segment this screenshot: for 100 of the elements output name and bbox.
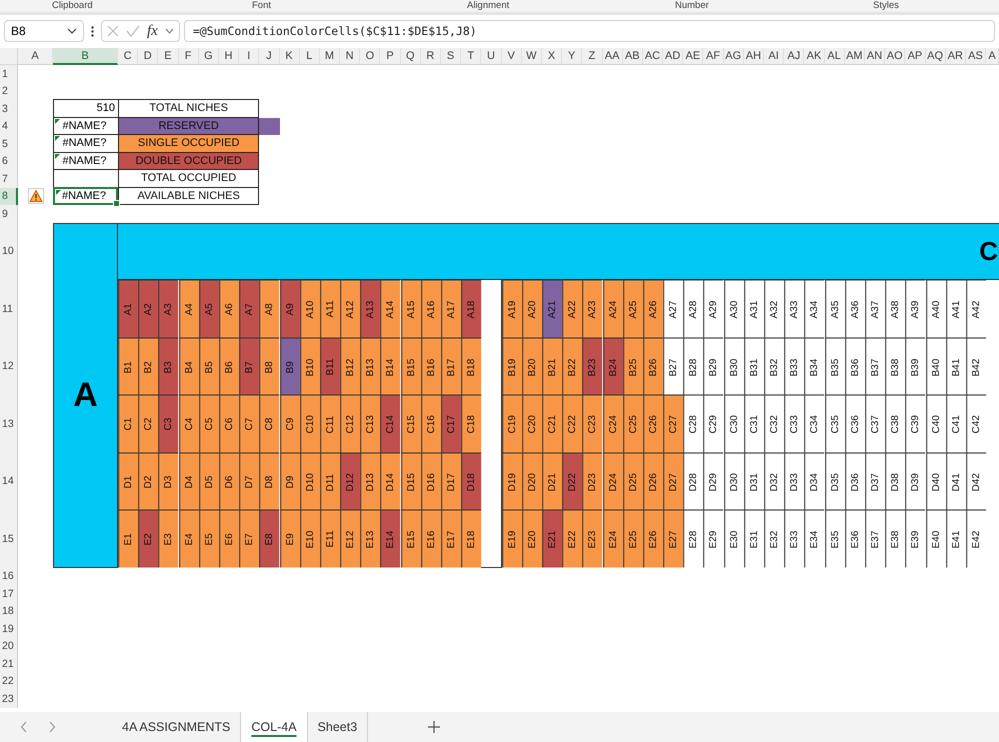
niche-cell: C40	[926, 395, 946, 452]
niche-cell: A1	[118, 280, 138, 338]
column-header[interactable]: W	[522, 48, 542, 65]
column-header[interactable]: V	[502, 48, 522, 65]
row-header[interactable]: 22	[0, 672, 18, 690]
previous-sheet-icon[interactable]	[20, 721, 28, 733]
row-header[interactable]: 14	[0, 452, 18, 510]
column-header[interactable]: AM	[844, 48, 865, 65]
column-header[interactable]: I	[239, 48, 260, 65]
column-header[interactable]: A	[986, 48, 999, 65]
niche-cell: D42	[966, 452, 986, 510]
row-header[interactable]: 3	[0, 100, 18, 118]
row-header[interactable]: 17	[0, 585, 18, 602]
column-header[interactable]: A	[18, 48, 53, 65]
niche-cell: A8	[259, 280, 280, 338]
niche-cell: D22	[562, 452, 582, 510]
row-header[interactable]: 4	[0, 118, 18, 135]
column-header[interactable]: B	[53, 48, 118, 65]
niche-cell: A14	[380, 280, 401, 338]
row-header[interactable]: 19	[0, 620, 18, 638]
row-header[interactable]: 11	[0, 280, 18, 338]
row-header[interactable]: 23	[0, 690, 18, 708]
niche-cell: B40	[926, 338, 946, 395]
niche-cell: D28	[683, 452, 704, 510]
row-header[interactable]: 12	[0, 338, 18, 395]
next-sheet-icon[interactable]	[48, 721, 56, 733]
column-header[interactable]: O	[360, 48, 380, 65]
niche-cell: C17	[441, 395, 462, 452]
row-header[interactable]: 16	[0, 568, 18, 585]
row-header[interactable]: 5	[0, 135, 18, 152]
fill-handle[interactable]	[113, 200, 120, 207]
niche-cell: C4	[178, 395, 199, 452]
niche-cell: A7	[239, 280, 260, 338]
add-sheet-icon[interactable]	[428, 721, 440, 733]
formula-field[interactable]: =@SumConditionColorCells($C$11:$DE$15,J8)	[184, 20, 995, 42]
column-header[interactable]: AR	[946, 48, 966, 65]
row-header[interactable]: 9	[0, 205, 18, 222]
row-header[interactable]: 13	[0, 395, 18, 452]
column-header[interactable]: AB	[622, 48, 643, 65]
column-header[interactable]: AC	[642, 48, 664, 65]
row-header[interactable]: 18	[0, 602, 18, 620]
column-header[interactable]: D	[138, 48, 158, 65]
insert-function-button[interactable]: fx	[147, 22, 158, 40]
row-header[interactable]: 2	[0, 82, 18, 100]
column-header[interactable]: AF	[703, 48, 724, 65]
row-header[interactable]: 7	[0, 170, 18, 188]
column-header[interactable]: AE	[683, 48, 704, 65]
column-header[interactable]: AS	[966, 48, 986, 65]
column-header[interactable]: AI	[764, 48, 784, 65]
column-header[interactable]: Q	[400, 48, 421, 65]
column-header[interactable]: AP	[905, 48, 926, 65]
niche-cell: B24	[602, 338, 623, 395]
column-header[interactable]: K	[280, 48, 300, 65]
warning-icon[interactable]	[28, 188, 44, 204]
column-header[interactable]: E	[158, 48, 179, 65]
check-icon[interactable]	[126, 25, 140, 37]
row-header[interactable]: 6	[0, 152, 18, 170]
column-header[interactable]: AJ	[784, 48, 804, 65]
column-header[interactable]: L	[300, 48, 320, 65]
column-header[interactable]: Y	[562, 48, 582, 65]
row-header[interactable]: 1	[0, 65, 18, 82]
column-header[interactable]: AQ	[926, 48, 946, 65]
column-header[interactable]: Z	[582, 48, 602, 65]
column-header[interactable]: AD	[663, 48, 684, 65]
row-header[interactable]: 15	[0, 510, 18, 568]
niche-cell: B14	[380, 338, 401, 395]
niche-cell: A29	[703, 280, 724, 338]
row-header[interactable]: 21	[0, 655, 18, 672]
niche-cell: A34	[804, 280, 825, 338]
column-header[interactable]: S	[441, 48, 462, 65]
column-header[interactable]: P	[380, 48, 401, 65]
column-header[interactable]: F	[178, 48, 199, 65]
column-header[interactable]: AA	[602, 48, 623, 65]
column-header[interactable]: AH	[744, 48, 764, 65]
niche-cell: C38	[885, 395, 906, 452]
column-header[interactable]: R	[420, 48, 441, 65]
column-header[interactable]: AL	[824, 48, 845, 65]
sheet-tab[interactable]: Sheet3	[308, 712, 368, 742]
column-header[interactable]: U	[481, 48, 502, 65]
column-header[interactable]: N	[340, 48, 360, 65]
column-header[interactable]: AN	[864, 48, 886, 65]
column-header[interactable]: G	[198, 48, 219, 65]
more-icon[interactable]	[91, 26, 94, 36]
column-header[interactable]: C	[118, 48, 138, 65]
column-header[interactable]: M	[320, 48, 340, 65]
niche-cell: E42	[966, 510, 986, 568]
row-header[interactable]: 20	[0, 638, 18, 655]
niche-cell: B27	[663, 338, 684, 395]
column-header[interactable]: X	[542, 48, 562, 65]
caret-icon[interactable]	[164, 28, 174, 34]
column-header[interactable]: J	[259, 48, 280, 65]
row-header[interactable]: 8	[0, 188, 18, 205]
column-header[interactable]: AK	[804, 48, 825, 65]
name-box[interactable]: B8	[4, 20, 84, 42]
column-header[interactable]: T	[461, 48, 482, 65]
column-header[interactable]: H	[218, 48, 240, 65]
column-header[interactable]: AG	[724, 48, 744, 65]
sheet-tab[interactable]: COL-4A	[241, 712, 308, 742]
row-header[interactable]: 10	[0, 222, 18, 280]
column-header[interactable]: AO	[885, 48, 906, 65]
